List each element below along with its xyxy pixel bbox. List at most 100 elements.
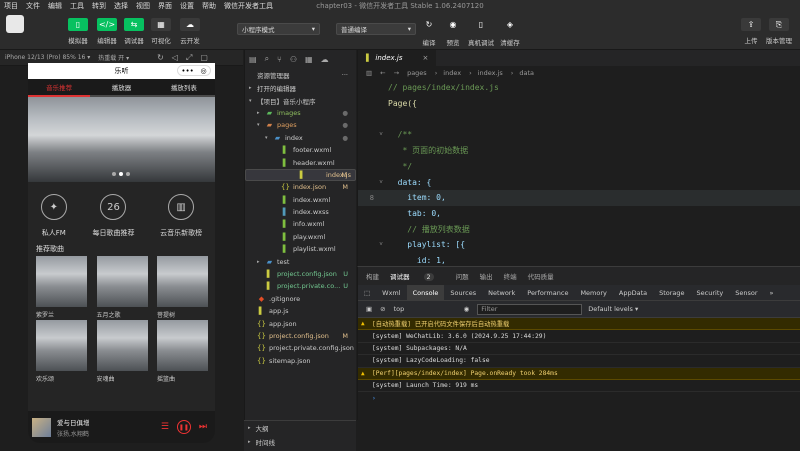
remote-debug-button[interactable]: ▯ 真机调试 bbox=[468, 18, 494, 47]
file-tree-item[interactable]: {} app.json bbox=[245, 317, 356, 329]
song-card[interactable]: 摇篮曲 bbox=[157, 320, 208, 383]
file-tree-item[interactable]: ▌ index.wxml bbox=[245, 194, 356, 206]
version-button[interactable]: ⎘ 版本管理 bbox=[766, 18, 792, 45]
code-area[interactable]: // pages/index/index.js Page({ ˅ /** * 页面的… bbox=[358, 80, 800, 266]
file-tree-item[interactable]: ▌ info.wxml bbox=[245, 218, 356, 230]
file-tree-item[interactable]: ▌ project.config.json U bbox=[245, 268, 356, 280]
expand-icon[interactable]: ⤢ bbox=[186, 53, 192, 63]
tab-output[interactable]: 输出 bbox=[480, 271, 493, 281]
song-card[interactable]: 菩提树 bbox=[157, 256, 208, 319]
swiper-dot[interactable] bbox=[112, 172, 116, 176]
simulator-button[interactable]: ▯ 模拟器 bbox=[68, 18, 88, 45]
window-icon[interactable]: ▢ bbox=[200, 53, 208, 62]
song-card[interactable]: 安魂曲 bbox=[96, 320, 148, 383]
menu-item[interactable]: 帮助 bbox=[198, 1, 220, 11]
file-tree-item[interactable]: ▌ header.wxml bbox=[245, 156, 356, 168]
menu-item[interactable]: 编辑 bbox=[44, 1, 66, 11]
banner-swiper[interactable] bbox=[28, 97, 215, 182]
cloud-button[interactable]: ☁ 云开发 bbox=[180, 18, 200, 45]
menu-item[interactable]: 选择 bbox=[110, 1, 132, 11]
file-tree-item[interactable]: ▾ ▰ pages ● bbox=[245, 119, 356, 131]
breadcrumb-item[interactable]: index.js bbox=[478, 69, 503, 77]
code-line[interactable] bbox=[358, 111, 800, 127]
code-line[interactable]: // pages/index/index.js bbox=[358, 80, 800, 96]
file-tree-item[interactable]: ▌ playlist.wxml bbox=[245, 243, 356, 255]
tab-network[interactable]: Network bbox=[482, 285, 521, 301]
tab-storage[interactable]: Storage bbox=[653, 285, 690, 301]
tab-appdata[interactable]: AppData bbox=[613, 285, 653, 301]
device-select[interactable]: iPhone 12/13 (Pro) 85% 16 ▾ bbox=[5, 54, 90, 61]
inspect-icon[interactable]: ⬚ bbox=[358, 285, 376, 301]
tab-security[interactable]: Security bbox=[691, 285, 730, 301]
tab-console[interactable]: Console bbox=[406, 284, 445, 301]
song-card[interactable]: 紫罗兰 bbox=[36, 256, 87, 319]
files-icon[interactable]: ▤ bbox=[249, 55, 257, 64]
compile-button[interactable]: ↻ 编译 bbox=[419, 18, 439, 47]
code-line[interactable]: ˅ /** bbox=[358, 127, 800, 143]
file-tree-item[interactable]: ▸ ▰ images ● bbox=[245, 107, 356, 119]
menu-item[interactable]: 文件 bbox=[22, 1, 44, 11]
menu-item[interactable]: 工具 bbox=[66, 1, 88, 11]
menu-item[interactable]: 项目 bbox=[0, 1, 22, 11]
code-line[interactable]: ˅ playlist: [{ bbox=[358, 237, 800, 253]
code-line[interactable]: * 页面的初始数据 bbox=[358, 143, 800, 159]
close-icon[interactable]: ◎ bbox=[201, 67, 207, 75]
tab-playlist[interactable]: 播放列表 bbox=[152, 79, 215, 97]
menu-item[interactable]: 界面 bbox=[154, 1, 176, 11]
tab-debugger[interactable]: 调试器 2 bbox=[390, 271, 445, 281]
capsule-button[interactable]: ••• ◎ bbox=[177, 65, 211, 76]
eye-icon[interactable]: ◉ bbox=[464, 305, 470, 313]
tab-build[interactable]: 构建 bbox=[366, 271, 379, 281]
song-card[interactable]: 五月之歌 bbox=[96, 256, 148, 319]
mini-player[interactable]: 爱与日俱增 张扬,水翔鹤 ☰ ❚❚ ⏭ bbox=[28, 411, 215, 443]
file-tree-item[interactable]: ◆ .gitignore bbox=[245, 293, 356, 305]
git-icon[interactable]: ⑂ bbox=[277, 55, 282, 64]
tab-index-js[interactable]: ▌ index.js × bbox=[358, 50, 437, 66]
code-line[interactable]: */ bbox=[358, 159, 800, 175]
tab-memory[interactable]: Memory bbox=[574, 285, 612, 301]
file-tree-item[interactable]: ▸ 打开的编辑器 bbox=[245, 82, 356, 94]
code-line[interactable]: ˅ data: { bbox=[358, 174, 800, 190]
file-tree-item[interactable]: ▸ ▰ test bbox=[245, 255, 356, 267]
file-tree-item[interactable]: ▾ 【项目】音乐小程序 bbox=[245, 94, 356, 106]
breadcrumb-item[interactable]: index bbox=[443, 69, 461, 77]
preview-button[interactable]: ◉ 预览 bbox=[443, 18, 463, 47]
refresh-icon[interactable]: ↻ bbox=[157, 53, 164, 62]
fold-icon[interactable]: ˅ bbox=[374, 179, 388, 186]
code-line[interactable]: tab: 0, bbox=[358, 206, 800, 222]
code-line[interactable]: 8 item: 0, bbox=[358, 189, 800, 206]
code-line[interactable]: Page({ bbox=[358, 96, 800, 112]
code-line[interactable]: // 播放列表数据 bbox=[358, 221, 800, 237]
swiper-dot[interactable] bbox=[126, 172, 130, 176]
file-tree-item[interactable]: ▌ play.wxml bbox=[245, 231, 356, 243]
file-tree-item[interactable]: {} index.json M bbox=[245, 181, 356, 193]
hot-reload-select[interactable]: 热重载 开 ▾ bbox=[98, 53, 129, 62]
split-icon[interactable]: ▥ bbox=[366, 69, 372, 77]
avatar[interactable] bbox=[6, 15, 24, 33]
clear-icon[interactable]: ⊘ bbox=[380, 305, 385, 313]
close-icon[interactable]: × bbox=[422, 54, 428, 62]
more-tabs-icon[interactable]: » bbox=[764, 285, 780, 301]
file-tree-item[interactable]: {} project.config.json M bbox=[245, 330, 356, 342]
tab-player[interactable]: 播放器 bbox=[90, 79, 153, 97]
fold-icon[interactable]: ˅ bbox=[374, 131, 388, 138]
tab-wxml[interactable]: Wxml bbox=[376, 285, 406, 301]
visual-button[interactable]: ▦ 可视化 bbox=[151, 18, 171, 45]
file-tree-item[interactable]: ▌ app.js bbox=[245, 305, 356, 317]
file-tree-item[interactable]: ▾ ▰ index ● bbox=[245, 132, 356, 144]
compile-select[interactable]: 普通编译 ▾ bbox=[336, 23, 416, 35]
menu-item[interactable]: 微信开发者工具 bbox=[220, 1, 277, 11]
levels-select[interactable]: Default levels ▾ bbox=[588, 305, 638, 313]
tab-sources[interactable]: Sources bbox=[444, 285, 482, 301]
sidebar-toggle-icon[interactable]: ▣ bbox=[366, 305, 372, 313]
tab-performance[interactable]: Performance bbox=[521, 285, 574, 301]
menu-item[interactable]: 设置 bbox=[176, 1, 198, 11]
fold-icon[interactable]: ˅ bbox=[374, 241, 388, 248]
next-icon[interactable]: ⏭ bbox=[199, 422, 207, 432]
file-tree-item[interactable]: ▌ index.wxss bbox=[245, 206, 356, 218]
file-tree-item[interactable]: ▌ project.private.co... U bbox=[245, 280, 356, 292]
context-select[interactable]: top bbox=[394, 305, 464, 313]
tab-terminal[interactable]: 终端 bbox=[504, 271, 517, 281]
play-button[interactable]: ❚❚ bbox=[176, 420, 191, 434]
tab-problems[interactable]: 问题 bbox=[456, 271, 469, 281]
